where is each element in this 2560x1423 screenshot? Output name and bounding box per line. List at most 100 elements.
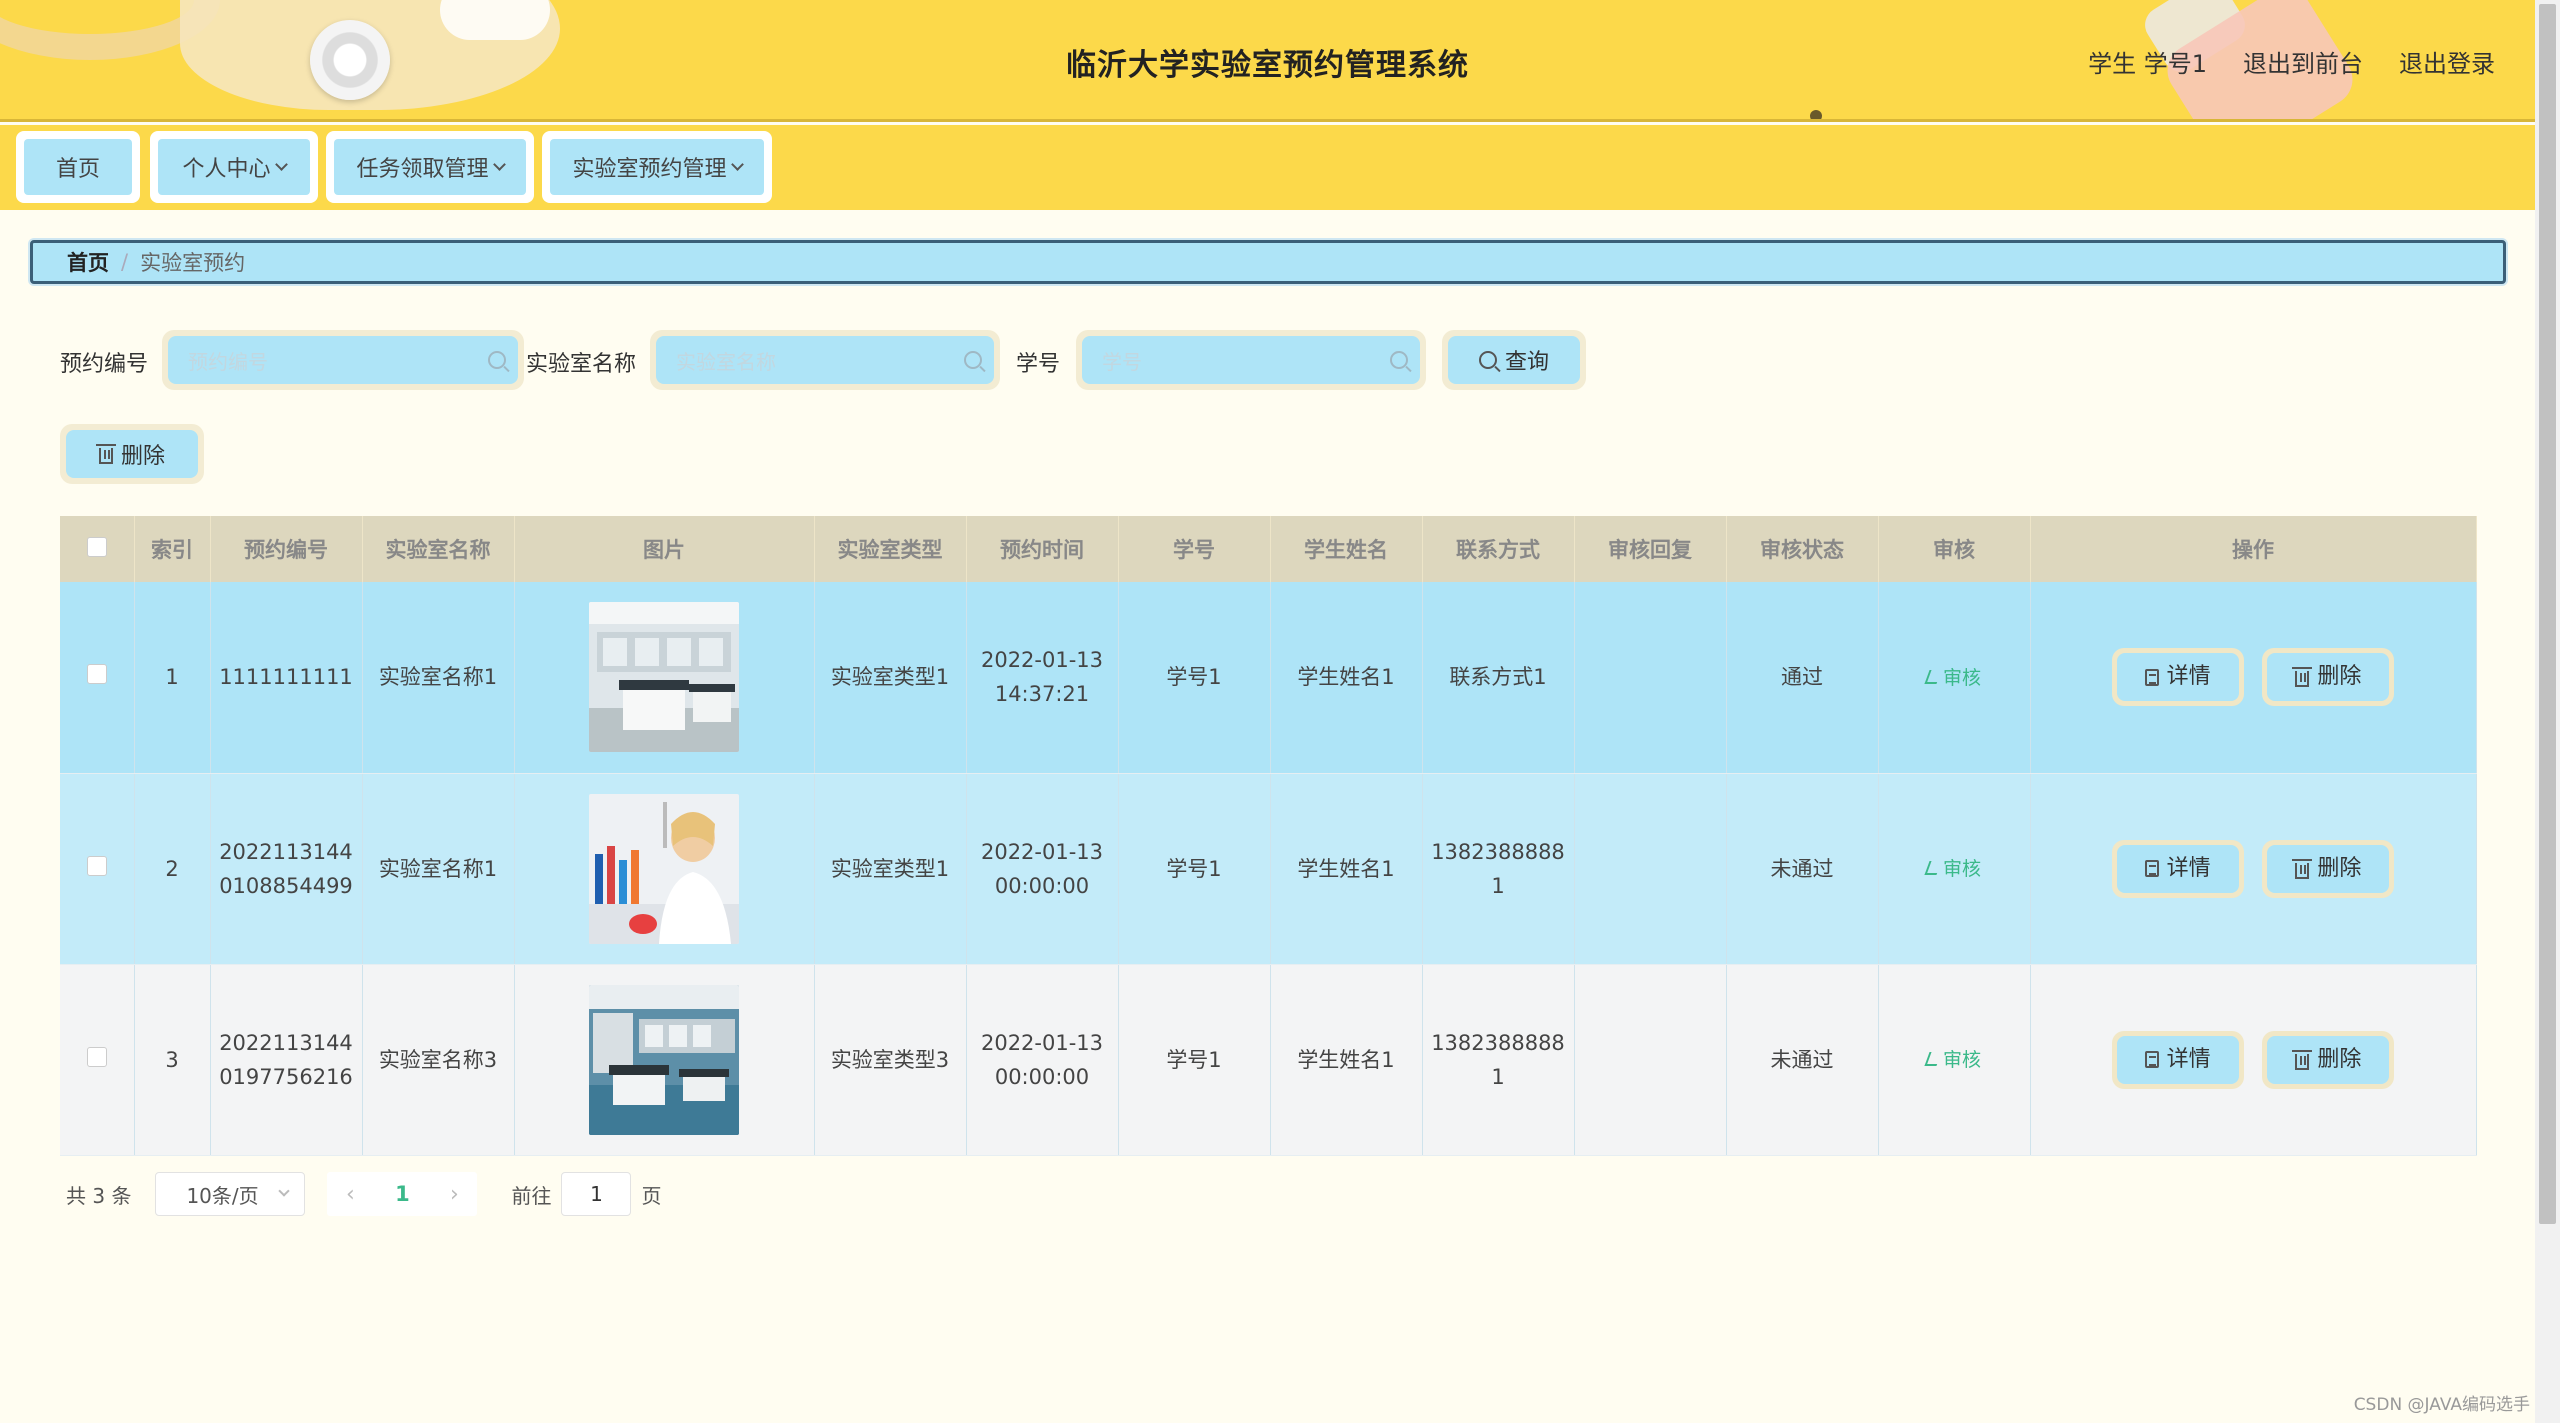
page-size-select[interactable]: 10条/页 (155, 1172, 306, 1216)
delete-label: 删除 (120, 444, 165, 469)
detail-button[interactable]: 详情 (2111, 839, 2244, 898)
header-decoration (440, 0, 550, 40)
booking-code-cell: 20221131440197756216 (210, 964, 363, 1156)
trash-icon (2292, 667, 2313, 688)
total-count: 共 3 条 (66, 1183, 132, 1208)
nav-label: 首页 (55, 157, 100, 182)
select-all-cell (60, 516, 135, 582)
vertical-scrollbar[interactable] (2535, 0, 2560, 1423)
audit-status-cell: 未通过 (1726, 773, 1879, 965)
edit-icon (1924, 669, 1942, 684)
goto-page-input[interactable]: 1 (561, 1172, 632, 1216)
lab-name-cell: 实验室名称3 (362, 964, 515, 1156)
student-name-cell: 学生姓名1 (1270, 582, 1423, 774)
nav-task-management[interactable]: 任务领取管理 (326, 131, 534, 203)
column-header: 审核回复 (1574, 516, 1727, 582)
detail-button[interactable]: 详情 (2111, 648, 2244, 707)
trash-icon (2292, 1049, 2313, 1070)
nav-label: 实验室预约管理 (572, 157, 727, 182)
actions-cell: 详情 删除 (2030, 582, 2477, 774)
query-label: 查询 (1504, 350, 1549, 375)
student-id-cell: 学号1 (1118, 582, 1271, 774)
row-select-cell (60, 964, 135, 1156)
row-checkbox[interactable] (86, 855, 107, 876)
select-all-checkbox[interactable] (86, 536, 107, 557)
booking-time-cell: 2022-01-13 00:00:00 (966, 773, 1119, 965)
audit-link[interactable]: 审核 (1924, 667, 1981, 689)
document-icon (2144, 668, 2159, 686)
watermark: CSDN @JAVA编码选手 (2353, 1395, 2530, 1415)
search-icon (1390, 351, 1408, 369)
pager-buttons: ‹ 1 › (327, 1172, 478, 1216)
detail-label: 详情 (2166, 855, 2211, 881)
nav-lab-booking-management[interactable]: 实验室预约管理 (542, 131, 772, 203)
trash-icon (2292, 858, 2313, 879)
delete-label: 删除 (2317, 664, 2362, 690)
next-page-icon[interactable]: › (431, 1172, 477, 1216)
student-id-input[interactable]: 学号 (1076, 330, 1426, 390)
column-header: 图片 (514, 516, 815, 582)
page-suffix: 页 (641, 1183, 662, 1208)
row-select-cell (60, 773, 135, 965)
bulk-delete-button[interactable]: 删除 (60, 424, 204, 484)
nav-personal-center[interactable]: 个人中心 (150, 131, 318, 203)
chevron-down-icon (730, 157, 744, 171)
column-header: 学号 (1118, 516, 1271, 582)
nav-label: 任务领取管理 (356, 157, 489, 182)
contact-cell: 13823888881 (1422, 773, 1575, 965)
booking-table: 索引 预约编号 实验室名称 图片 实验室类型 预约时间 学号 学生姓名 联系方式… (60, 516, 2477, 1156)
lab-name-cell: 实验室名称1 (362, 773, 515, 965)
table-row: 2 20221131440108854499 实验室名称1 实验室类型1 202… (60, 773, 2477, 965)
row-checkbox[interactable] (86, 1046, 107, 1067)
student-id-cell: 学号1 (1118, 773, 1271, 965)
audit-reply-cell (1574, 582, 1727, 774)
image-cell (514, 773, 815, 965)
column-header: 审核 (1878, 516, 2031, 582)
row-checkbox[interactable] (86, 664, 107, 685)
booking-code-label: 预约编号 (60, 352, 149, 377)
index-cell: 3 (134, 964, 211, 1156)
page-size-value: 10条/页 (186, 1183, 259, 1208)
prev-page-icon[interactable]: ‹ (327, 1172, 373, 1216)
delete-button[interactable]: 删除 (2262, 1030, 2395, 1089)
audit-label: 审核 (1942, 858, 1981, 880)
header-decoration (1810, 110, 1822, 119)
column-header: 学生姓名 (1270, 516, 1423, 582)
audit-link[interactable]: 审核 (1924, 858, 1981, 880)
trash-icon (95, 444, 116, 464)
logout-link[interactable]: 退出登录 (2399, 44, 2495, 79)
booking-code-input[interactable]: 预约编号 (162, 330, 524, 390)
column-header: 操作 (2030, 516, 2477, 582)
booking-code-placeholder: 预约编号 (188, 349, 268, 374)
delete-button[interactable]: 删除 (2262, 648, 2395, 707)
booking-code-cell: 20221131440108854499 (210, 773, 363, 965)
main-nav: 首页 个人中心 任务领取管理 实验室预约管理 (0, 125, 2535, 210)
lab-name-label: 实验室名称 (526, 352, 637, 377)
audit-link[interactable]: 审核 (1924, 1049, 1981, 1071)
page-number-current[interactable]: 1 (373, 1172, 431, 1216)
document-icon (2144, 860, 2159, 877)
student-id-label: 学号 (1016, 352, 1061, 377)
audit-cell: 审核 (1878, 773, 2031, 965)
lab-photo (589, 984, 739, 1135)
delete-button[interactable]: 删除 (2262, 839, 2395, 898)
exit-to-front-link[interactable]: 退出到前台 (2243, 44, 2363, 79)
search-icon (964, 351, 982, 369)
nav-label: 个人中心 (182, 157, 271, 182)
lab-name-cell: 实验室名称1 (362, 582, 515, 774)
index-cell: 2 (134, 773, 211, 965)
student-name-cell: 学生姓名1 (1270, 964, 1423, 1156)
lab-type-cell: 实验室类型3 (814, 964, 967, 1156)
table-row: 1 1111111111 实验室名称1 实验室类型1 2022-01-13 14… (60, 582, 2477, 774)
document-icon (2144, 1051, 2159, 1068)
scrollbar-thumb[interactable] (2539, 4, 2556, 1224)
header-user-area: 学生 学号1 退出到前台 退出登录 (2088, 44, 2495, 79)
detail-label: 详情 (2166, 664, 2211, 690)
breadcrumb-home[interactable]: 首页 (67, 247, 109, 277)
chevron-down-icon (278, 1185, 291, 1197)
query-button[interactable]: 查询 (1442, 330, 1586, 390)
nav-home[interactable]: 首页 (16, 131, 140, 203)
lab-name-input[interactable]: 实验室名称 (650, 330, 1000, 390)
lab-photo (589, 602, 739, 753)
detail-button[interactable]: 详情 (2111, 1030, 2244, 1089)
